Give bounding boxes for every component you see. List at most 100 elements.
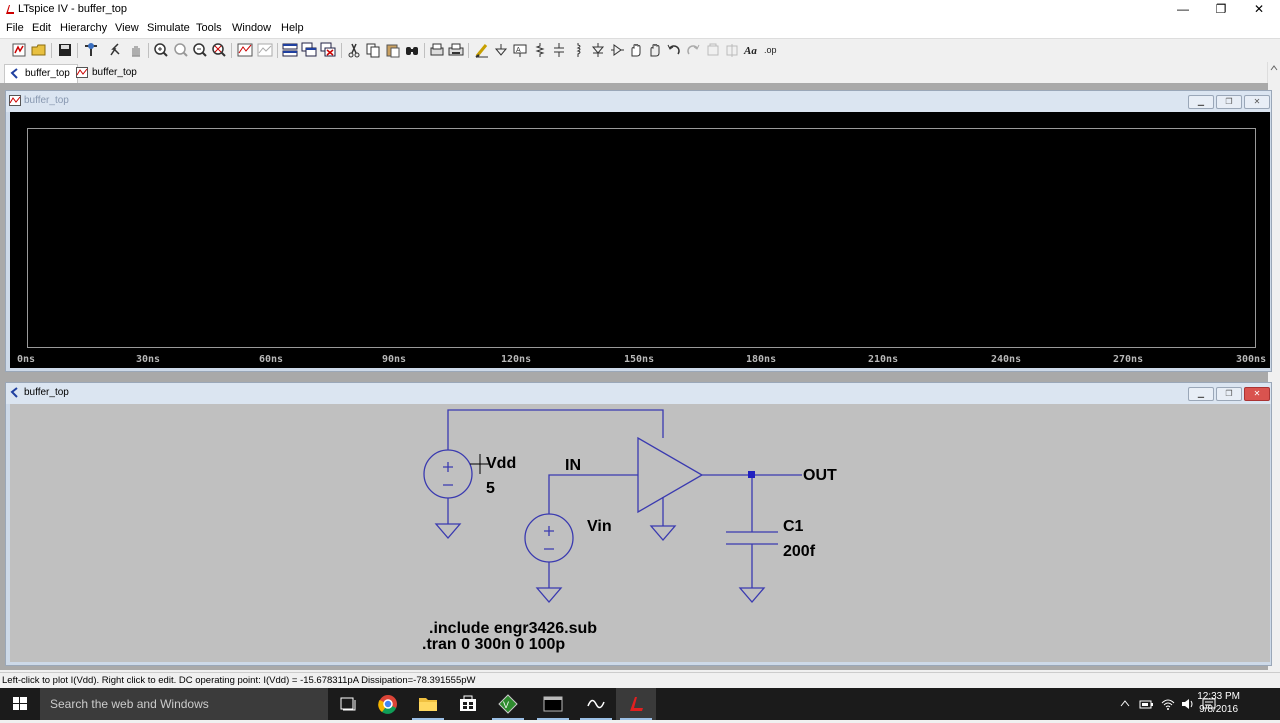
label-net-icon[interactable]: A	[511, 41, 529, 59]
x-tick-label: 180ns	[746, 354, 777, 365]
component-icon[interactable]	[608, 41, 626, 59]
schematic-drawing[interactable]: Vdd 5 IN Vin OUT C1 200f .include engr34…	[10, 404, 1270, 662]
autorange-icon[interactable]	[236, 41, 254, 59]
battery-icon[interactable]	[1138, 696, 1154, 712]
drag-icon[interactable]	[646, 41, 664, 59]
tile-horizontal-icon[interactable]	[281, 41, 299, 59]
run-icon[interactable]	[106, 41, 124, 59]
menu-view[interactable]: View	[115, 21, 139, 35]
ltspice-schematic-taskbar-button[interactable]	[576, 688, 616, 720]
cut-icon[interactable]	[345, 41, 363, 59]
ground-symbol	[738, 587, 766, 603]
volume-icon[interactable]	[1180, 696, 1196, 712]
child-minimize-button[interactable]: ▁	[1188, 387, 1214, 401]
menu-edit[interactable]: Edit	[32, 21, 51, 35]
vin-name-label[interactable]: Vin	[587, 518, 612, 535]
paste-icon[interactable]	[384, 41, 402, 59]
minimize-button[interactable]: —	[1164, 0, 1202, 20]
spice-directive-icon[interactable]: .op	[762, 41, 780, 59]
copy-icon[interactable]	[364, 41, 382, 59]
rotate-icon[interactable]	[704, 41, 722, 59]
mirror-icon[interactable]	[723, 41, 741, 59]
wifi-icon[interactable]	[1160, 696, 1176, 712]
vin-voltage-source[interactable]	[524, 474, 638, 588]
open-icon[interactable]	[30, 41, 48, 59]
move-icon[interactable]	[627, 41, 645, 59]
zoom-in-icon[interactable]	[152, 41, 170, 59]
ltspice-taskbar-button[interactable]	[616, 688, 656, 720]
terminal-taskbar-button[interactable]	[533, 688, 573, 720]
c1-value-label[interactable]: 200f	[783, 543, 816, 560]
taskbar-search-box[interactable]: Search the web and Windows	[40, 688, 328, 720]
spice-directive-tran[interactable]: .tran 0 300n 0 100p	[422, 636, 565, 653]
zoom-fit-icon[interactable]	[210, 41, 228, 59]
child-close-button[interactable]: ✕	[1244, 95, 1270, 109]
vim-taskbar-button[interactable]: V	[488, 688, 528, 720]
menu-simulate[interactable]: Simulate	[147, 21, 190, 35]
buffer-opamp[interactable]	[637, 436, 802, 526]
task-view-button[interactable]	[328, 688, 368, 720]
file-explorer-taskbar-button[interactable]	[408, 688, 448, 720]
plot-frame[interactable]	[27, 128, 1256, 348]
restore-button[interactable]: ❐	[1202, 0, 1240, 20]
undo-icon[interactable]	[665, 41, 683, 59]
waveform-window-titlebar[interactable]: buffer_top ▁ ❐ ✕	[6, 91, 1271, 112]
capacitor-c1[interactable]	[726, 475, 778, 588]
schematic-icon	[10, 68, 18, 79]
halt-icon[interactable]	[127, 41, 145, 59]
tab-schematic[interactable]: buffer_top	[4, 64, 78, 83]
schematic-canvas[interactable]: Vdd 5 IN Vin OUT C1 200f .include engr34…	[10, 404, 1270, 662]
ground-icon[interactable]	[492, 41, 510, 59]
vdd-voltage-source[interactable]	[423, 409, 664, 524]
store-taskbar-button[interactable]	[448, 688, 488, 720]
net-label-out[interactable]: OUT	[803, 467, 837, 484]
text-icon[interactable]: Aa	[743, 41, 761, 59]
waveform-tools-icon[interactable]	[256, 41, 274, 59]
clock-time: 12:33 PM	[1197, 691, 1240, 702]
menu-tools[interactable]: Tools	[196, 21, 222, 35]
child-restore-button[interactable]: ❐	[1216, 387, 1242, 401]
child-minimize-button[interactable]: ▁	[1188, 95, 1214, 109]
show-hidden-icons-icon[interactable]	[1118, 696, 1132, 712]
child-restore-button[interactable]: ❐	[1216, 95, 1242, 109]
vdd-value-label[interactable]: 5	[486, 480, 495, 497]
close-all-icon[interactable]	[319, 41, 337, 59]
vdd-name-label[interactable]: Vdd	[486, 455, 516, 472]
zoom-out-icon[interactable]	[191, 41, 209, 59]
c1-name-label[interactable]: C1	[783, 518, 804, 535]
diode-icon[interactable]	[589, 41, 607, 59]
capacitor-icon[interactable]	[550, 41, 568, 59]
schematic-window-titlebar[interactable]: buffer_top ▁ ❐ ✕	[6, 383, 1271, 404]
pan-icon[interactable]	[172, 41, 190, 59]
find-icon[interactable]	[403, 41, 421, 59]
menu-file[interactable]: File	[6, 21, 24, 35]
print-icon[interactable]	[447, 41, 465, 59]
scroll-up-icon[interactable]	[1268, 62, 1280, 74]
x-tick-label: 30ns	[136, 354, 161, 365]
new-schematic-icon[interactable]	[10, 41, 28, 59]
redo-icon[interactable]	[684, 41, 702, 59]
spice-directive-include[interactable]: .include engr3426.sub	[429, 620, 597, 637]
start-button[interactable]	[0, 688, 40, 720]
control-panel-icon[interactable]	[82, 41, 100, 59]
close-button[interactable]: ✕	[1240, 0, 1278, 20]
inductor-icon[interactable]	[569, 41, 587, 59]
draw-wire-icon[interactable]	[473, 41, 491, 59]
x-tick-label: 210ns	[868, 354, 899, 365]
windows-taskbar: Search the web and Windows V 12:33 PM 9/…	[0, 688, 1280, 720]
save-icon[interactable]	[56, 41, 74, 59]
ltspice-icon	[630, 697, 643, 711]
menu-hierarchy[interactable]: Hierarchy	[60, 21, 107, 35]
menu-window[interactable]: Window	[232, 21, 271, 35]
window-title: LTspice IV - buffer_top	[18, 3, 128, 15]
child-close-button[interactable]: ✕	[1244, 387, 1270, 401]
taskbar-clock[interactable]: 12:33 PM 9/8/2016	[1197, 690, 1240, 716]
chrome-taskbar-button[interactable]	[368, 688, 408, 720]
cascade-icon[interactable]	[300, 41, 318, 59]
print-setup-icon[interactable]	[428, 41, 446, 59]
net-label-in[interactable]: IN	[565, 457, 581, 474]
plot-pane[interactable]: 0ns 30ns 60ns 90ns 120ns 150ns 180ns 210…	[10, 112, 1270, 368]
resistor-icon[interactable]	[531, 41, 549, 59]
tab-waveform[interactable]: buffer_top	[72, 64, 144, 82]
menu-help[interactable]: Help	[281, 21, 304, 35]
